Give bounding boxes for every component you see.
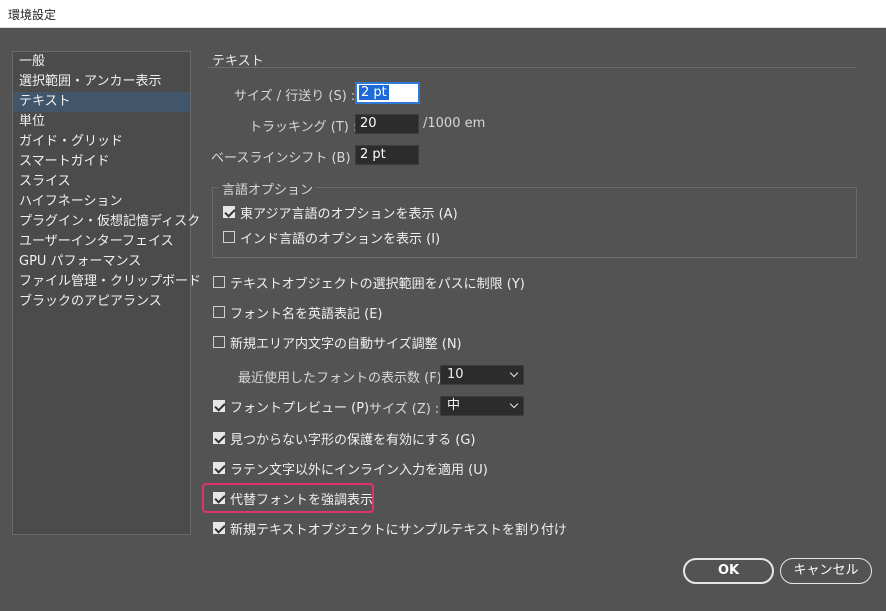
baseline-shift-label: ベースラインシフト (B) : xyxy=(211,151,360,166)
size-leading-value: 2 pt xyxy=(359,85,389,100)
chevron-down-icon xyxy=(509,399,519,409)
english-font-names-row[interactable]: フォント名を英語表記 (E) xyxy=(213,303,383,322)
font-preview-checkbox[interactable] xyxy=(213,400,225,412)
east-asian-options-label: 東アジア言語のオプションを表示 (A) xyxy=(240,206,458,222)
missing-glyph-row[interactable]: 見つからない字形の保護を有効にする (G) xyxy=(213,429,476,448)
limit-selection-label: テキストオブジェクトの選択範囲をパスに制限 (Y) xyxy=(230,276,525,292)
limit-selection-checkbox[interactable] xyxy=(213,276,225,288)
ok-button[interactable]: OK xyxy=(683,558,774,584)
english-font-names-label: フォント名を英語表記 (E) xyxy=(230,306,383,322)
recent-fonts-value: 10 xyxy=(447,367,464,382)
tracking-label: トラッキング (T) : xyxy=(249,120,358,135)
missing-glyph-checkbox[interactable] xyxy=(213,432,225,444)
preferences-sidebar: 一般 選択範囲・アンカー表示 テキスト 単位 ガイド・グリッド スマートガイド … xyxy=(12,51,201,535)
inline-input-row[interactable]: ラテン文字以外にインライン入力を適用 (U) xyxy=(213,459,488,478)
sidebar-item-slices[interactable]: スライス xyxy=(13,172,190,192)
inline-input-checkbox[interactable] xyxy=(213,462,225,474)
font-preview-row[interactable]: フォントプレビュー (P) xyxy=(213,397,370,416)
tracking-input[interactable]: 20 xyxy=(355,114,419,134)
auto-size-area-row[interactable]: 新規エリア内文字の自動サイズ調整 (N) xyxy=(213,333,462,352)
tracking-unit: /1000 em xyxy=(423,116,486,131)
recent-fonts-select[interactable]: 10 xyxy=(440,365,524,385)
auto-size-area-label: 新規エリア内文字の自動サイズ調整 (N) xyxy=(230,336,462,352)
font-preview-label: フォントプレビュー (P) xyxy=(230,400,370,416)
sidebar-item-units[interactable]: 単位 xyxy=(13,112,190,132)
english-font-names-checkbox[interactable] xyxy=(213,306,225,318)
fill-placeholder-row[interactable]: 新規テキストオブジェクトにサンプルテキストを割り付け xyxy=(213,519,567,538)
font-preview-size-label: サイズ (Z) : xyxy=(369,402,440,417)
baseline-shift-input[interactable]: 2 pt xyxy=(355,145,419,165)
recent-fonts-label: 最近使用したフォントの表示数 (F) : xyxy=(238,371,451,386)
title-bar: 環境設定 xyxy=(0,0,886,28)
chevron-down-icon xyxy=(509,368,519,378)
indic-options-label: インド言語のオプションを表示 (I) xyxy=(240,231,441,247)
sidebar-item-general[interactable]: 一般 xyxy=(13,52,190,72)
highlight-substituted-row[interactable]: 代替フォントを強調表示 xyxy=(213,489,374,508)
inline-input-label: ラテン文字以外にインライン入力を適用 (U) xyxy=(230,462,488,478)
fill-placeholder-label: 新規テキストオブジェクトにサンプルテキストを割り付け xyxy=(230,522,567,538)
sidebar-item-plugins-scratch-disks[interactable]: プラグイン・仮想記憶ディスク xyxy=(13,212,200,232)
size-leading-input[interactable]: 2 pt xyxy=(356,83,419,103)
east-asian-options-row[interactable]: 東アジア言語のオプションを表示 (A) xyxy=(223,203,458,222)
sidebar-item-user-interface[interactable]: ユーザーインターフェイス xyxy=(13,232,190,252)
sidebar-item-hyphenation[interactable]: ハイフネーション xyxy=(13,192,190,212)
sidebar-item-guides-grid[interactable]: ガイド・グリッド xyxy=(13,132,190,152)
indic-options-checkbox[interactable] xyxy=(223,231,235,243)
sidebar-item-smart-guides[interactable]: スマートガイド xyxy=(13,152,190,172)
sidebar-item-file-handling-clipboard[interactable]: ファイル管理・クリップボード xyxy=(13,272,201,292)
fill-placeholder-checkbox[interactable] xyxy=(213,522,225,534)
indic-options-row[interactable]: インド言語のオプションを表示 (I) xyxy=(223,228,441,247)
limit-selection-row[interactable]: テキストオブジェクトの選択範囲をパスに制限 (Y) xyxy=(213,273,525,292)
language-options-title: 言語オプション xyxy=(219,179,317,198)
size-leading-label: サイズ / 行送り (S) : xyxy=(234,89,356,104)
font-preview-size-select[interactable]: 中 xyxy=(440,396,524,416)
highlight-substituted-checkbox[interactable] xyxy=(213,492,225,504)
font-preview-size-value: 中 xyxy=(447,398,461,413)
sidebar-item-text[interactable]: テキスト xyxy=(13,92,190,112)
sidebar-item-gpu-performance[interactable]: GPU パフォーマンス xyxy=(13,252,190,272)
sidebar-item-black-appearance[interactable]: ブラックのアピアランス xyxy=(13,292,190,312)
window-title: 環境設定 xyxy=(8,8,57,22)
auto-size-area-checkbox[interactable] xyxy=(213,336,225,348)
sidebar-item-selection-anchor-display[interactable]: 選択範囲・アンカー表示 xyxy=(13,72,190,92)
cancel-button[interactable]: キャンセル xyxy=(780,558,872,584)
section-divider xyxy=(207,67,857,68)
highlight-substituted-label: 代替フォントを強調表示 xyxy=(230,492,374,508)
missing-glyph-label: 見つからない字形の保護を有効にする (G) xyxy=(230,432,476,448)
east-asian-options-checkbox[interactable] xyxy=(223,206,235,218)
